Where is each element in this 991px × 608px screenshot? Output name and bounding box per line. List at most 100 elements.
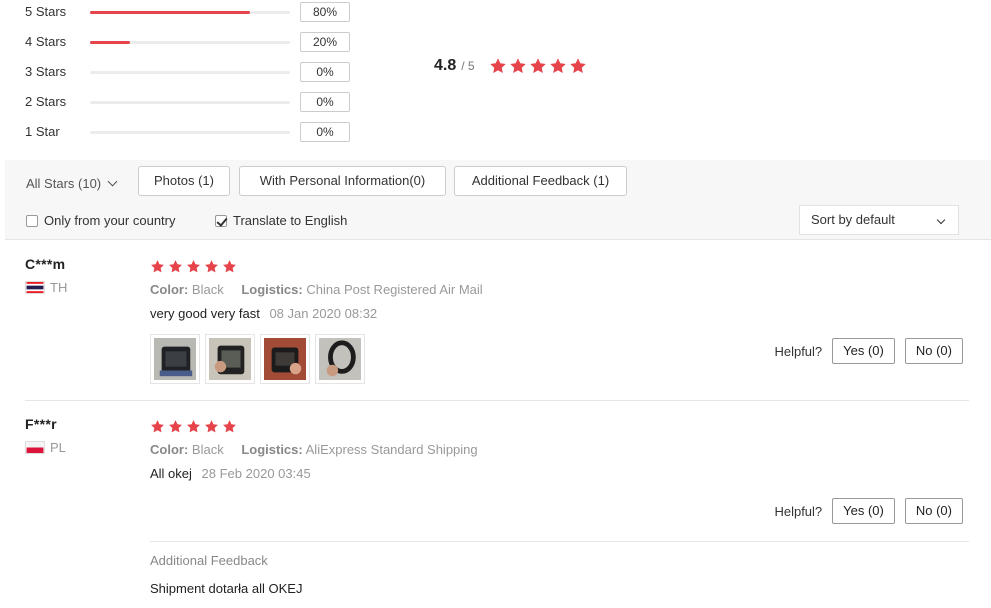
- average-rating-value: 4.8: [434, 57, 457, 74]
- helpful-yes-button[interactable]: Yes (0): [832, 338, 895, 364]
- star-icon: [222, 259, 237, 274]
- photos-filter-button[interactable]: Photos (1): [138, 166, 230, 196]
- star-icon: [222, 419, 237, 434]
- star-icon: [509, 57, 527, 75]
- translate-label: Translate to English: [233, 213, 348, 228]
- additional-feedback-filter-button[interactable]: Additional Feedback (1): [454, 166, 627, 196]
- only-country-checkbox[interactable]: Only from your country: [26, 213, 176, 228]
- star-icon: [549, 57, 567, 75]
- personal-info-filter-button[interactable]: With Personal Information(0): [239, 166, 446, 196]
- rating-row-2[interactable]: 2 Stars 0%: [25, 92, 355, 112]
- star-icon: [186, 259, 201, 274]
- color-label: Color:: [150, 442, 189, 457]
- reviewer-country: PL: [25, 440, 66, 455]
- rating-bar-fill: [90, 11, 250, 14]
- checkbox-icon[interactable]: [26, 214, 38, 227]
- rating-percent: 20%: [300, 32, 350, 52]
- star-icon: [150, 419, 165, 434]
- helpful-section: Helpful? Yes (0) No (0): [774, 498, 963, 524]
- rating-label: 4 Stars: [25, 34, 67, 49]
- rating-label: 5 Stars: [25, 4, 67, 19]
- rating-row-3[interactable]: 3 Stars 0%: [25, 62, 355, 82]
- rating-percent: 0%: [300, 62, 350, 82]
- rating-percent: 80%: [300, 2, 350, 22]
- rating-row-4[interactable]: 4 Stars 20%: [25, 32, 355, 52]
- only-country-label: Only from your country: [44, 213, 176, 228]
- reviewer-country: TH: [25, 280, 67, 295]
- color-label: Color:: [150, 282, 189, 297]
- helpful-yes-button[interactable]: Yes (0): [832, 498, 895, 524]
- additional-feedback-text: Shipment dotarła all OKEJ: [150, 581, 303, 596]
- star-icon: [489, 57, 507, 75]
- review-photo-thumbnail[interactable]: [150, 334, 200, 384]
- additional-feedback: Shipment dotarła all OKEJ: [150, 581, 302, 596]
- rating-label: 1 Star: [25, 124, 60, 139]
- review-text: very good very fast: [150, 306, 260, 321]
- review-text: All okej: [150, 466, 192, 481]
- color-value: Black: [191, 282, 224, 297]
- poland-flag-icon: [25, 441, 45, 454]
- rating-summary: 5 Stars 80% 4 Stars 20% 3 Stars 0% 2 Sta…: [0, 0, 991, 160]
- logistics-value: AliExpress Standard Shipping: [305, 442, 478, 457]
- chevron-down-icon: [107, 176, 118, 187]
- thailand-flag-icon: [25, 281, 45, 294]
- average-rating-max: / 5: [461, 59, 475, 73]
- sort-dropdown[interactable]: Sort by default: [799, 205, 959, 235]
- checkbox-checked-icon[interactable]: [215, 214, 227, 227]
- review-content: All okej 28 Feb 2020 03:45: [150, 466, 311, 481]
- logistics-value: China Post Registered Air Mail: [306, 282, 483, 297]
- review-photo-thumbnail[interactable]: [205, 334, 255, 384]
- additional-feedback-title: Additional Feedback: [150, 553, 268, 568]
- review-content: very good very fast 08 Jan 2020 08:32: [150, 306, 377, 321]
- rating-label: 2 Stars: [25, 94, 67, 109]
- review-stars: [150, 259, 240, 274]
- reviewer-name: F***r: [25, 416, 57, 432]
- review-meta: Color: Black Logistics: China Post Regis…: [150, 282, 483, 297]
- rating-label: 3 Stars: [25, 64, 67, 79]
- country-code: TH: [50, 280, 68, 295]
- additional-feedback-divider: [150, 541, 969, 542]
- review-photo-thumbnail[interactable]: [315, 334, 365, 384]
- additional-feedback-heading: Additional Feedback: [150, 553, 268, 568]
- all-stars-dropdown[interactable]: All Stars (10): [26, 176, 118, 191]
- rating-percent: 0%: [300, 92, 350, 112]
- helpful-section: Helpful? Yes (0) No (0): [774, 338, 963, 364]
- star-icon: [529, 57, 547, 75]
- review-divider: [25, 400, 969, 401]
- logistics-label: Logistics:: [241, 442, 303, 457]
- average-rating: 4.8 / 5: [434, 55, 589, 77]
- rating-row-1[interactable]: 1 Star 0%: [25, 122, 355, 142]
- review-meta: Color: Black Logistics: AliExpress Stand…: [150, 442, 478, 457]
- chevron-down-icon: [936, 215, 946, 225]
- star-icon: [569, 57, 587, 75]
- star-icon: [204, 259, 219, 274]
- color-value: Black: [191, 442, 224, 457]
- rating-bar: [90, 41, 290, 44]
- rating-row-5[interactable]: 5 Stars 80%: [25, 2, 355, 22]
- country-code: PL: [50, 440, 66, 455]
- rating-bar: [90, 11, 290, 14]
- review-filter-bar: All Stars (10) Photos (1) With Personal …: [5, 160, 991, 240]
- helpful-label: Helpful?: [774, 343, 823, 359]
- helpful-label: Helpful?: [774, 503, 823, 519]
- review-photo-thumbnail[interactable]: [260, 334, 310, 384]
- rating-bar: [90, 71, 290, 74]
- helpful-no-button[interactable]: No (0): [904, 498, 963, 524]
- rating-bar: [90, 101, 290, 104]
- star-icon: [186, 419, 201, 434]
- review-date: 08 Jan 2020 08:32: [269, 306, 378, 321]
- star-icon: [168, 259, 183, 274]
- all-stars-label: All Stars (10): [26, 176, 102, 191]
- review-date: 28 Feb 2020 03:45: [201, 466, 311, 481]
- reviewer-name: C***m: [25, 256, 66, 272]
- star-icon: [150, 259, 165, 274]
- star-icon: [168, 419, 183, 434]
- rating-bar: [90, 131, 290, 134]
- sort-label: Sort by default: [811, 212, 895, 227]
- translate-checkbox[interactable]: Translate to English: [215, 213, 347, 228]
- average-stars: [489, 57, 589, 75]
- star-icon: [204, 419, 219, 434]
- review-stars: [150, 419, 240, 434]
- helpful-no-button[interactable]: No (0): [904, 338, 963, 364]
- rating-bar-fill: [90, 41, 130, 44]
